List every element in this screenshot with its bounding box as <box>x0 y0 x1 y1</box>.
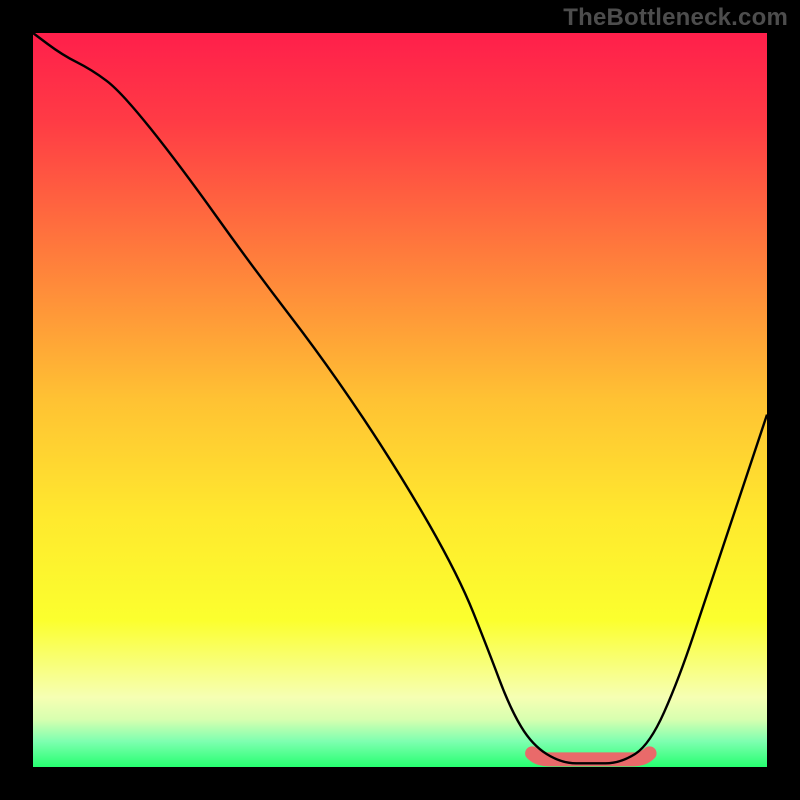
plot-background <box>33 33 767 767</box>
chart-frame: TheBottleneck.com <box>0 0 800 800</box>
bottleneck-chart <box>0 0 800 800</box>
